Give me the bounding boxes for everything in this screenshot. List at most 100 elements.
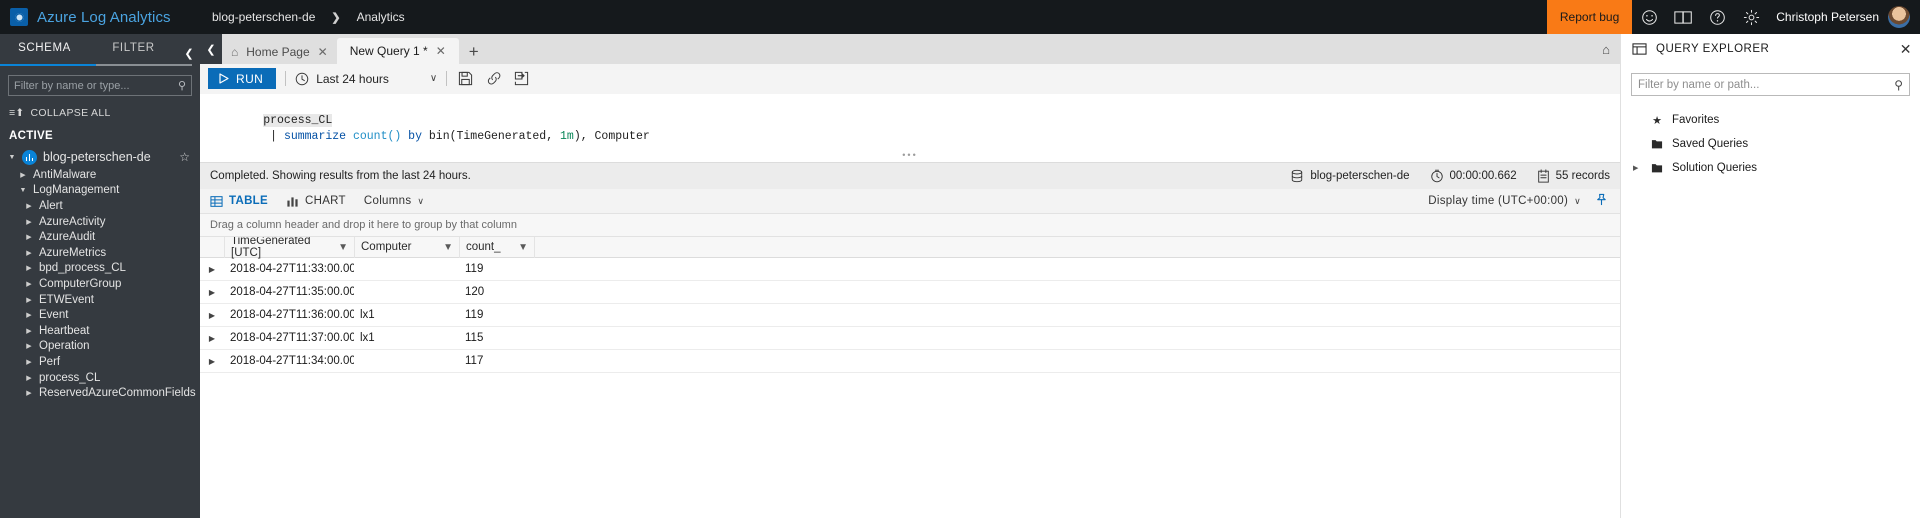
schema-filter-box[interactable]: ⚲ [8, 75, 192, 96]
chevron-down-icon[interactable] [18, 187, 28, 194]
chevron-right-icon[interactable] [24, 264, 34, 272]
schema-table-etwevent[interactable]: ETWEvent [0, 292, 200, 308]
query-explorer-item-solution-queries[interactable]: ▶ Solution Queries [1621, 156, 1920, 180]
export-icon[interactable] [512, 69, 531, 88]
schema-table-heartbeat[interactable]: Heartbeat [0, 323, 200, 339]
chevron-right-icon: ❯ [331, 11, 341, 24]
chevron-right-icon[interactable] [24, 218, 34, 226]
grid-header-timegenerated[interactable]: TimeGenerated [UTC] ▼ [224, 237, 354, 259]
row-expand-icon[interactable]: ▶ [200, 265, 224, 274]
time-range-picker[interactable]: Last 24 hours ∨ [295, 72, 437, 86]
chevron-right-icon[interactable] [24, 358, 34, 366]
schema-table-azuremetrics[interactable]: AzureMetrics [0, 245, 200, 261]
schema-table-alert[interactable]: Alert [0, 198, 200, 214]
schema-table-operation[interactable]: Operation [0, 339, 200, 355]
close-icon[interactable]: ✕ [1900, 41, 1912, 58]
grid-header-count[interactable]: count_ ▼ [459, 237, 534, 258]
report-bug-button[interactable]: Report bug [1546, 0, 1633, 34]
schema-workspace-node[interactable]: blog-peterschen-de ☆ [0, 147, 200, 167]
collapse-all-button[interactable]: ≡⬆ COLLAPSE ALL [0, 96, 200, 119]
gear-icon[interactable] [1734, 0, 1768, 34]
chevron-right-icon[interactable] [24, 233, 34, 241]
table-row[interactable]: ▶ 2018-04-27T11:37:00.000 lx1 115 [200, 327, 1620, 350]
schema-group-logmanagement[interactable]: LogManagement [0, 183, 200, 199]
run-button[interactable]: RUN [208, 68, 277, 89]
tab-schema[interactable]: SCHEMA [0, 34, 89, 64]
tab-new-query-1[interactable]: New Query 1 * ✕ [336, 38, 459, 64]
save-icon[interactable] [456, 69, 475, 88]
collapse-schema-button[interactable]: ❮ [200, 34, 222, 64]
view-tab-chart[interactable]: CHART [286, 195, 364, 208]
top-bar: Azure Log Analytics blog-peterschen-de ❯… [0, 0, 1920, 34]
user-name[interactable]: Christoph Petersen [1768, 10, 1888, 24]
row-expand-icon[interactable]: ▶ [200, 288, 224, 297]
schema-table-azureactivity[interactable]: AzureActivity [0, 214, 200, 230]
schema-filter-input[interactable] [14, 79, 178, 92]
table-row[interactable]: ▶ 2018-04-27T11:36:00.000 lx1 119 [200, 304, 1620, 327]
schema-table-azureaudit[interactable]: AzureAudit [0, 229, 200, 245]
schema-panel: SCHEMA FILTER ❮ ⚲ ≡⬆ COLLAPSE ALL ACTIVE… [0, 34, 200, 518]
schema-table-event[interactable]: Event [0, 307, 200, 323]
pin-icon[interactable] [1595, 193, 1608, 209]
view-tab-table[interactable]: TABLE [210, 195, 286, 208]
chevron-right-icon[interactable] [24, 202, 34, 210]
row-expand-icon[interactable]: ▶ [200, 311, 224, 320]
row-expand-icon[interactable]: ▶ [200, 334, 224, 343]
schema-group-antimalware[interactable]: AntiMalware [0, 167, 200, 183]
chevron-right-icon[interactable] [24, 389, 34, 397]
table-row[interactable]: ▶ 2018-04-27T11:34:00.000 117 [200, 350, 1620, 373]
new-tab-button[interactable]: + [459, 40, 489, 64]
chevron-right-icon[interactable] [24, 296, 34, 304]
query-explorer-item-saved-queries[interactable]: Saved Queries [1621, 132, 1920, 156]
chevron-right-icon[interactable] [24, 249, 34, 257]
schema-table-computergroup[interactable]: ComputerGroup [0, 276, 200, 292]
close-icon[interactable]: ✕ [318, 45, 328, 59]
filter-icon[interactable]: ▼ [338, 242, 348, 253]
schema-table-reservedazurecommonfields[interactable]: ReservedAzureCommonFields [0, 385, 200, 401]
chevron-right-icon[interactable] [24, 311, 34, 319]
display-time-dropdown[interactable]: Display time (UTC+00:00) ∨ [1428, 195, 1581, 207]
row-expand-icon[interactable]: ▶ [200, 357, 224, 366]
query-function-token: count() [346, 130, 402, 143]
columns-dropdown[interactable]: Columns ∨ [364, 195, 442, 207]
display-time-label: Display time (UTC+00:00) [1428, 195, 1569, 207]
chevron-right-icon[interactable]: ▶ [1633, 164, 1642, 172]
records-icon [1537, 169, 1549, 183]
grid-header-computer[interactable]: Computer ▼ [354, 237, 459, 258]
schema-table-perf[interactable]: Perf [0, 354, 200, 370]
schema-table-process-cl[interactable]: process_CL [0, 370, 200, 386]
copy-link-icon[interactable] [484, 69, 503, 88]
query-editor[interactable]: process_CL | summarize count() by bin(Ti… [200, 94, 1620, 152]
filter-icon[interactable]: ▼ [518, 242, 528, 253]
tab-home-page[interactable]: ⌂ Home Page ✕ [222, 40, 337, 64]
table-row[interactable]: ▶ 2018-04-27T11:33:00.000 119 [200, 258, 1620, 281]
star-icon[interactable]: ☆ [179, 150, 190, 164]
chevron-down-icon[interactable]: ∨ [430, 73, 437, 84]
schema-table-bpd-process-cl[interactable]: bpd_process_CL [0, 261, 200, 277]
smiley-icon[interactable] [1632, 0, 1666, 34]
book-icon[interactable] [1666, 0, 1700, 34]
avatar[interactable] [1888, 6, 1910, 28]
filter-icon[interactable]: ▼ [443, 242, 453, 253]
breadcrumb-item-workspace[interactable]: blog-peterschen-de [212, 10, 315, 24]
breadcrumb-item-analytics[interactable]: Analytics [357, 10, 405, 24]
help-icon[interactable] [1700, 0, 1734, 34]
tab-filter[interactable]: FILTER [89, 34, 178, 64]
chevron-right-icon[interactable] [24, 327, 34, 335]
query-explorer-search-input[interactable] [1638, 78, 1895, 91]
group-by-dropzone[interactable]: Drag a column header and drop it here to… [200, 213, 1620, 237]
chevron-down-icon[interactable] [7, 154, 17, 161]
home-icon[interactable]: ⌂ [1592, 34, 1620, 64]
brand[interactable]: Azure Log Analytics [0, 8, 200, 26]
chevron-right-icon[interactable] [24, 374, 34, 382]
chevron-right-icon[interactable] [24, 342, 34, 350]
chevron-right-icon[interactable] [24, 280, 34, 288]
table-row[interactable]: ▶ 2018-04-27T11:35:00.000 120 [200, 281, 1620, 304]
query-workspace: ❮ ⌂ Home Page ✕ New Query 1 * ✕ + ⌂ RUN [200, 34, 1620, 518]
query-explorer-item-favorites[interactable]: ★ Favorites [1621, 108, 1920, 132]
chevron-right-icon[interactable] [18, 171, 28, 179]
query-explorer-search[interactable]: ⚲ [1631, 73, 1910, 96]
chevron-left-icon[interactable]: ❮ [178, 39, 200, 60]
close-icon[interactable]: ✕ [436, 44, 446, 58]
editor-resize-handle[interactable]: ••• [200, 151, 1620, 162]
